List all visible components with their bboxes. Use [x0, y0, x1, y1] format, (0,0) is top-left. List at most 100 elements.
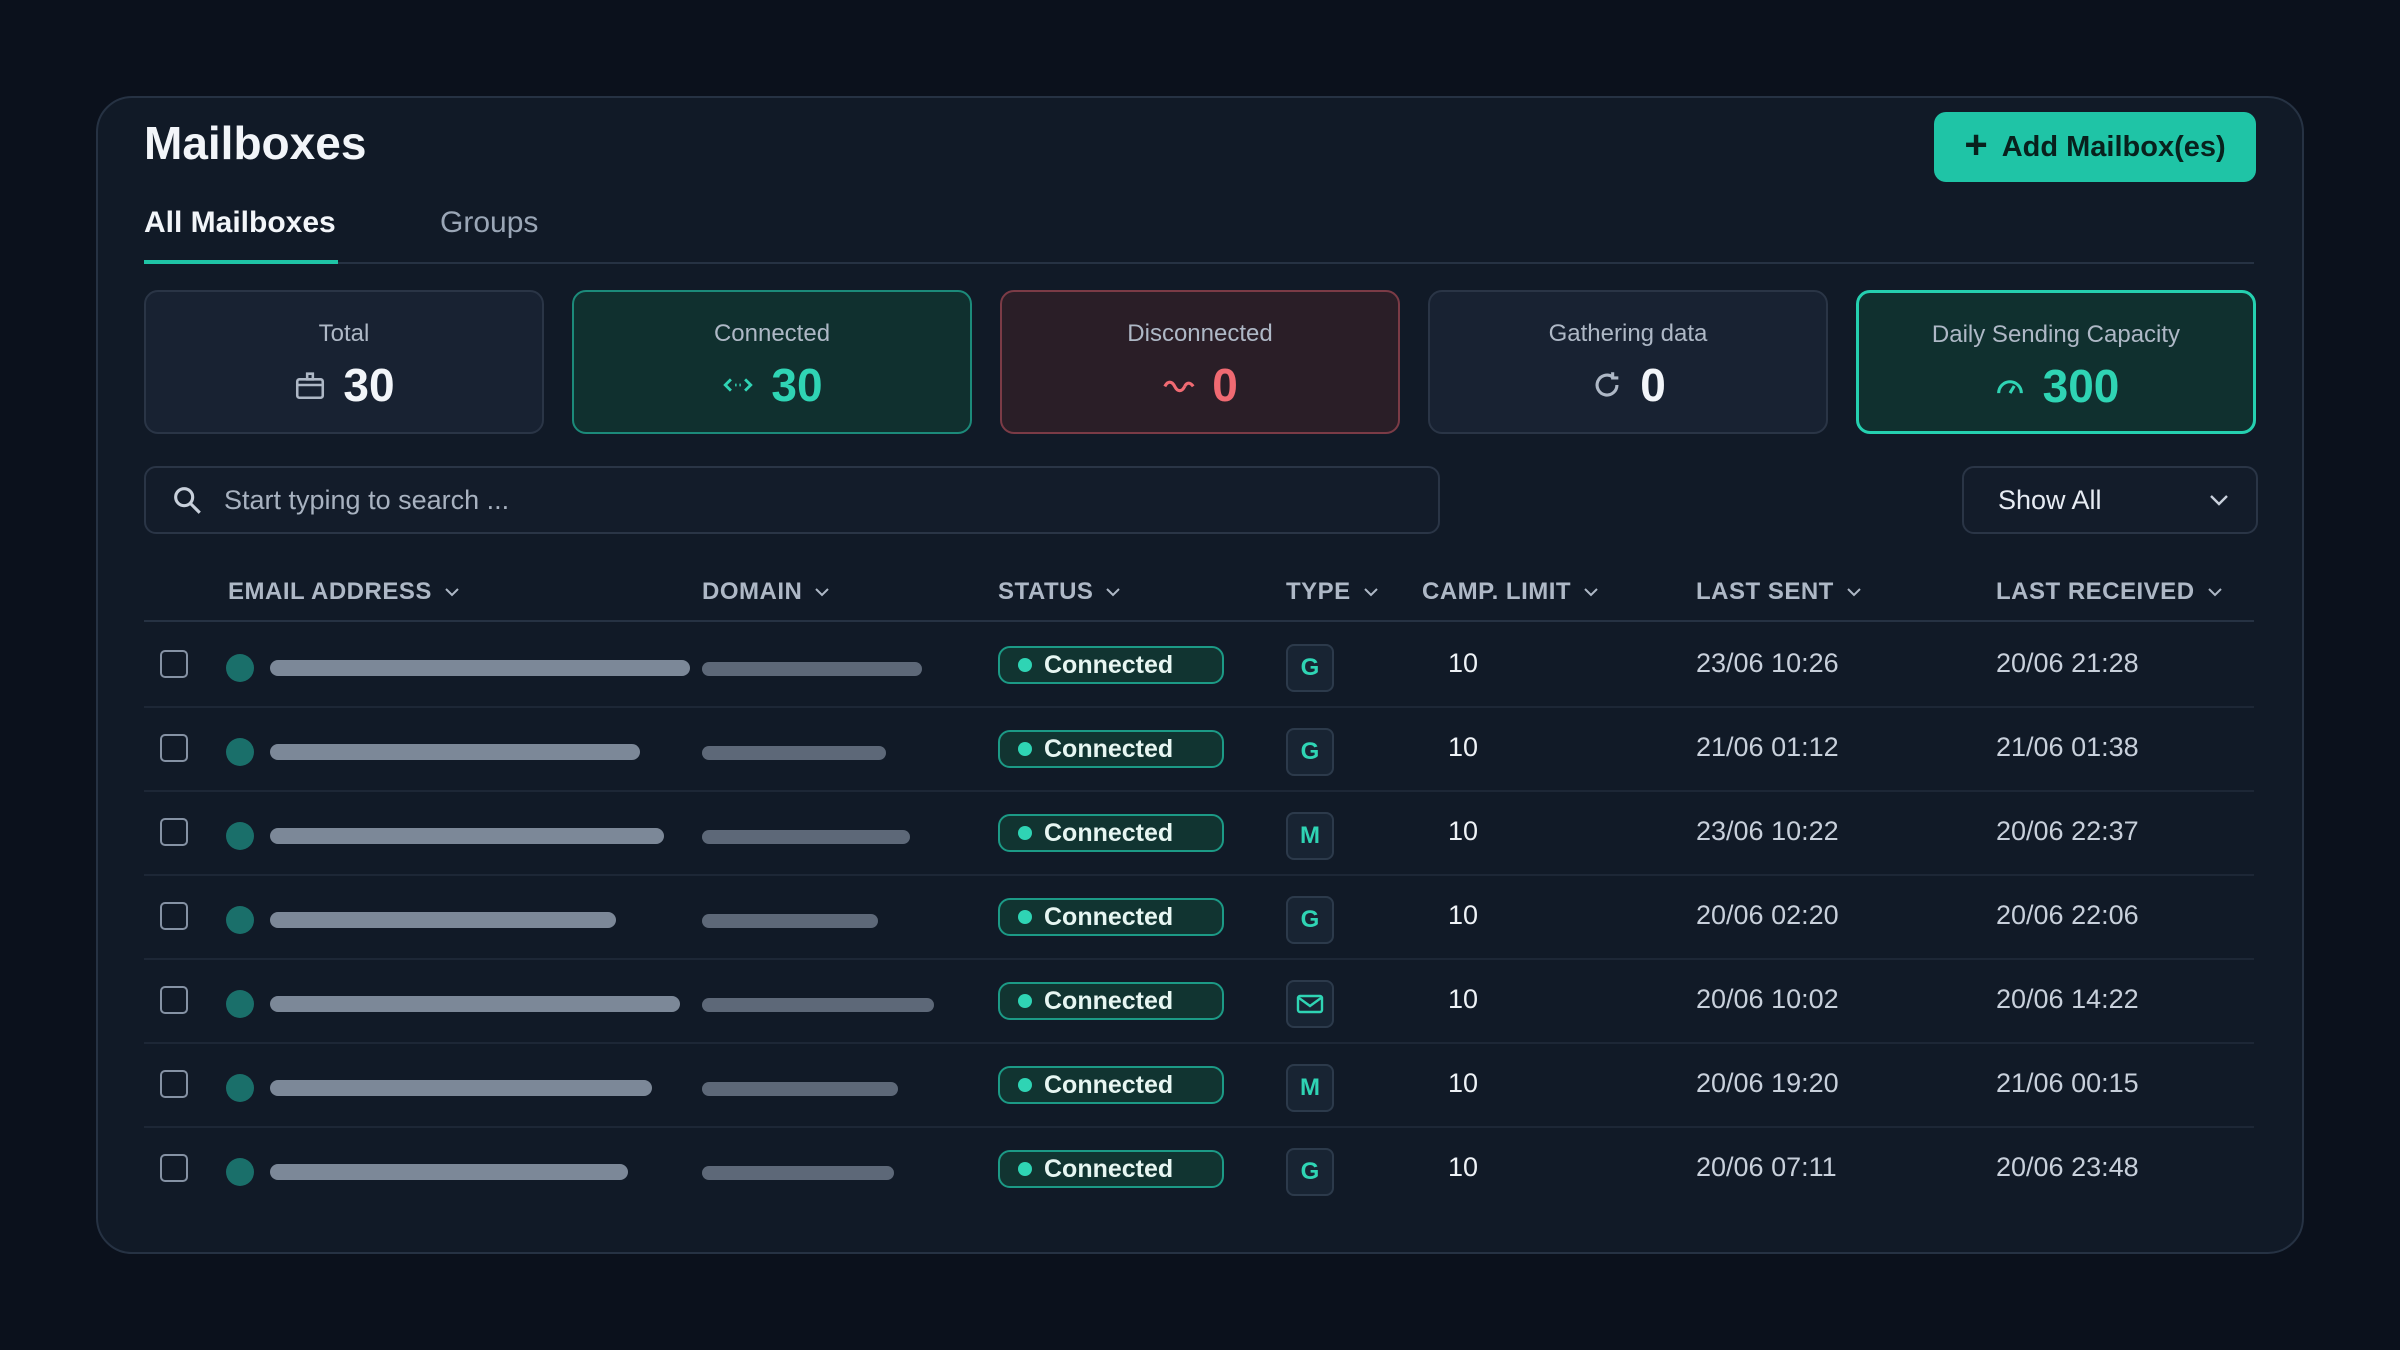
- camp-limit: 10: [1448, 1068, 1479, 1098]
- chevron-down-icon: [2210, 495, 2228, 506]
- stat-card-gathering[interactable]: Gathering data 0: [1428, 290, 1828, 434]
- last-received: 20/06 23:48: [1996, 1152, 2139, 1182]
- type-letter: G: [1300, 654, 1320, 681]
- email-address-redacted: [270, 660, 690, 676]
- stat-value: 0: [1640, 359, 1666, 411]
- column-header-last-received[interactable]: LAST RECEIVED: [1996, 578, 2223, 606]
- tab-all-mailboxes[interactable]: All Mailboxes: [144, 198, 338, 264]
- type-badge: G: [1286, 1148, 1334, 1196]
- table-row[interactable]: Connected M 10 20/06 19:20 21/06 00:15: [144, 1044, 2254, 1128]
- row-checkbox[interactable]: [160, 1070, 188, 1098]
- table-row[interactable]: Connected G 10 23/06 10:26 20/06 21:28: [144, 624, 2254, 708]
- last-sent: 20/06 19:20: [1696, 1068, 1839, 1098]
- table-row[interactable]: Connected G 10 21/06 01:12 21/06 01:38: [144, 708, 2254, 792]
- stat-label: Connected: [713, 320, 831, 347]
- stat-card-disconnected[interactable]: Disconnected 0: [1000, 290, 1400, 434]
- column-header-camp-limit[interactable]: CAMP. LIMIT: [1422, 578, 1599, 606]
- sort-chevron-icon: [1106, 588, 1121, 597]
- type-letter: G: [1300, 1158, 1320, 1185]
- mailbox-avatar: [226, 738, 254, 766]
- email-address-redacted: [270, 828, 664, 844]
- stat-card-total[interactable]: Total 30: [144, 290, 544, 434]
- type-badge: M: [1286, 1064, 1334, 1112]
- type-badge: [1286, 980, 1334, 1028]
- last-received: 20/06 14:22: [1996, 984, 2139, 1014]
- column-header-email[interactable]: EMAIL ADDRESS: [228, 578, 460, 606]
- type-badge: G: [1286, 896, 1334, 944]
- email-address-redacted: [270, 996, 680, 1012]
- column-header-label: EMAIL ADDRESS: [228, 578, 432, 605]
- status-label: Connected: [1044, 1070, 1174, 1099]
- mailbox-avatar: [226, 1074, 254, 1102]
- status-badge: Connected: [998, 982, 1224, 1020]
- last-sent: 23/06 10:26: [1696, 648, 1839, 678]
- column-header-label: LAST SENT: [1696, 578, 1834, 605]
- domain-redacted: [702, 1166, 894, 1180]
- status-badge: Connected: [998, 1066, 1224, 1104]
- add-mailbox-button[interactable]: + Add Mailbox(es): [1934, 112, 2256, 182]
- stat-card-daily-capacity[interactable]: Daily Sending Capacity 300: [1856, 290, 2256, 434]
- table-row[interactable]: Connected M 10 23/06 10:22 20/06 22:37: [144, 792, 2254, 876]
- email-address-redacted: [270, 744, 640, 760]
- column-header-domain[interactable]: DOMAIN: [702, 578, 830, 606]
- search-input[interactable]: [224, 484, 1404, 516]
- stat-value: 0: [1212, 359, 1238, 411]
- domain-redacted: [702, 914, 878, 928]
- type-letter: G: [1300, 738, 1320, 765]
- status-dot-icon: [1018, 994, 1032, 1008]
- status-badge: Connected: [998, 730, 1224, 768]
- sort-chevron-icon: [445, 588, 459, 597]
- table-row[interactable]: Connected G 10 20/06 07:11 20/06 23:48: [144, 1128, 2254, 1212]
- camp-limit: 10: [1448, 816, 1479, 846]
- tab-groups[interactable]: Groups: [440, 198, 538, 264]
- domain-redacted: [702, 746, 886, 760]
- mailbox-avatar: [226, 1158, 254, 1186]
- column-header-label: STATUS: [998, 578, 1094, 605]
- stat-label: Daily Sending Capacity: [1931, 321, 2181, 348]
- camp-limit: 10: [1448, 900, 1479, 930]
- domain-redacted: [702, 998, 934, 1012]
- status-badge: Connected: [998, 1150, 1224, 1188]
- column-header-type[interactable]: TYPE: [1286, 578, 1379, 606]
- column-header-label: LAST RECEIVED: [1996, 578, 2195, 605]
- stat-value: 300: [2042, 360, 2120, 412]
- type-letter: M: [1300, 1074, 1320, 1101]
- table-row[interactable]: Connected G 10 20/06 02:20 20/06 22:06: [144, 876, 2254, 960]
- status-label: Connected: [1044, 734, 1174, 763]
- column-header-last-sent[interactable]: LAST SENT: [1696, 578, 1862, 606]
- type-letter: G: [1300, 906, 1320, 933]
- domain-redacted: [702, 830, 910, 844]
- search-box[interactable]: [144, 466, 1440, 534]
- table-row[interactable]: Connected 10 20/06 10:02 20/06 14:22: [144, 960, 2254, 1044]
- last-sent: 21/06 01:12: [1696, 732, 1839, 762]
- row-checkbox[interactable]: [160, 818, 188, 846]
- column-header-label: TYPE: [1286, 578, 1351, 605]
- filter-select[interactable]: Show All: [1962, 466, 2258, 534]
- status-label: Connected: [1044, 902, 1174, 931]
- status-badge: Connected: [998, 898, 1224, 936]
- row-checkbox[interactable]: [160, 734, 188, 762]
- mailbox-avatar: [226, 990, 254, 1018]
- type-badge: M: [1286, 812, 1334, 860]
- add-mailbox-label: Add Mailbox(es): [2001, 130, 2226, 163]
- row-checkbox[interactable]: [160, 650, 188, 678]
- sort-chevron-icon: [1363, 588, 1378, 597]
- stat-card-connected[interactable]: Connected 30: [572, 290, 972, 434]
- row-checkbox[interactable]: [160, 902, 188, 930]
- envelope-icon: [1296, 994, 1324, 1014]
- column-header-label: DOMAIN: [702, 578, 803, 605]
- mailbox-avatar: [226, 654, 254, 682]
- plus-icon: +: [1964, 123, 1988, 167]
- camp-limit: 10: [1448, 648, 1479, 678]
- status-label: Connected: [1044, 818, 1174, 847]
- last-sent: 23/06 10:22: [1696, 816, 1839, 846]
- column-header-status[interactable]: STATUS: [998, 578, 1121, 606]
- column-header-label: CAMP. LIMIT: [1422, 578, 1572, 605]
- stat-value: 30: [771, 359, 823, 411]
- last-received: 20/06 21:28: [1996, 648, 2139, 678]
- sort-chevron-icon: [2207, 588, 2222, 597]
- stat-value: 30: [343, 359, 395, 411]
- mailbox-icon: [296, 372, 325, 400]
- row-checkbox[interactable]: [160, 986, 188, 1014]
- row-checkbox[interactable]: [160, 1154, 188, 1182]
